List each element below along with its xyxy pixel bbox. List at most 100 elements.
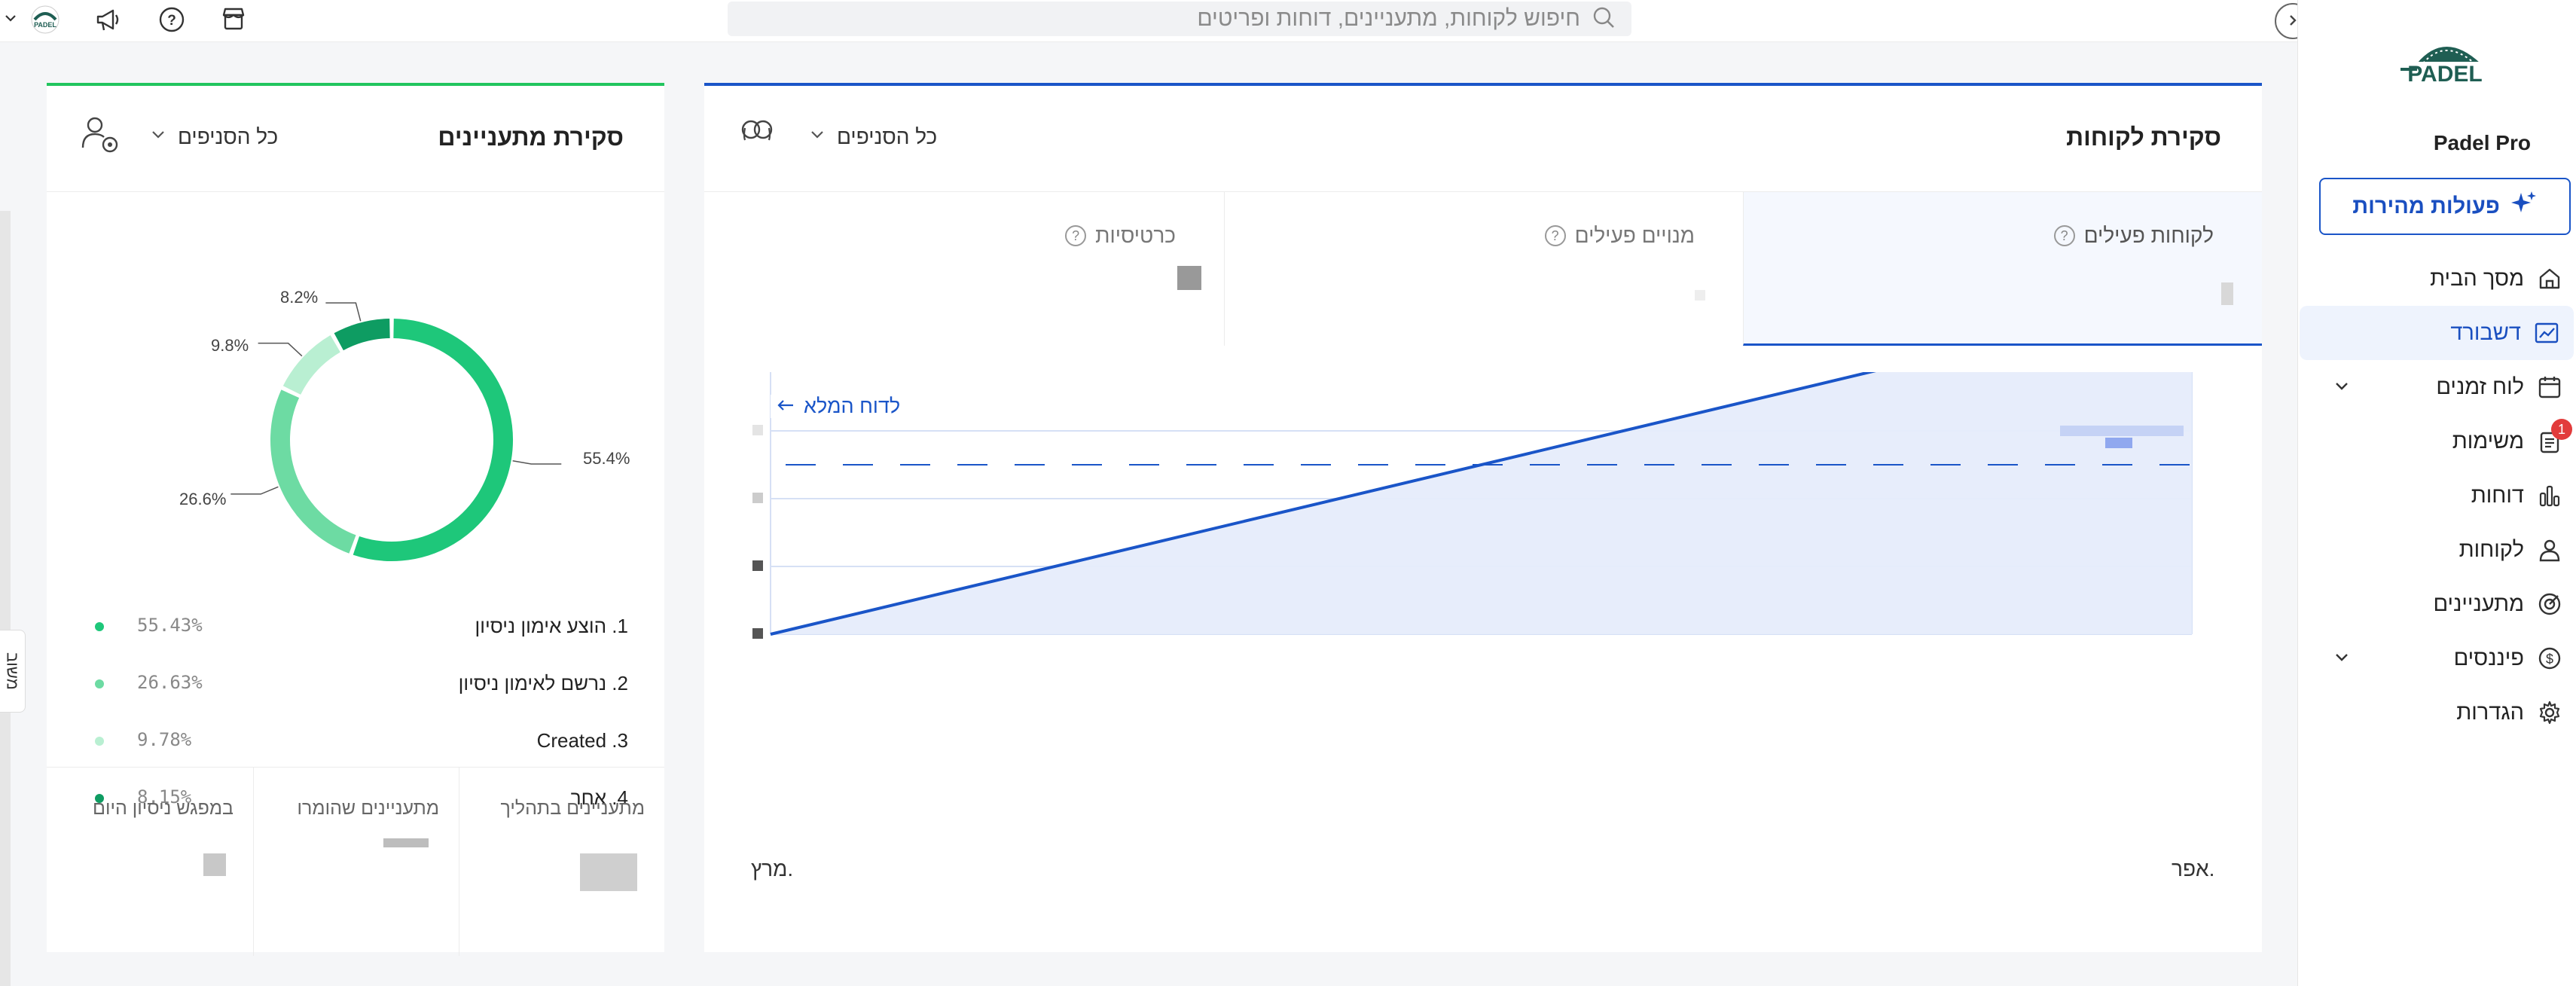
chevron-down-icon[interactable] [3, 11, 18, 29]
search-bar[interactable] [728, 2, 1631, 36]
branch-select[interactable]: כל הסניפים [808, 125, 937, 149]
sidebar-item-label: הגדרות [2456, 700, 2524, 725]
sidebar-item-label: מתעניינים [2433, 591, 2524, 616]
svg-text:PADEL: PADEL [34, 21, 56, 29]
legend-name: 2. נרשם לאימון ניסיון [458, 672, 628, 694]
branch-select-value: כל הסניפים [178, 125, 279, 148]
stat-trial-today[interactable]: במפגש ניסיון היום [47, 768, 253, 956]
chart-trend-icon [2532, 318, 2562, 348]
clients-overview-card: סקירת לקוחות כל הסניפים לקוחות פעילים ? … [704, 83, 2262, 952]
sidebar-item-home[interactable]: מסך הבית [2298, 252, 2576, 306]
tab-label: כרטיסיות [1095, 224, 1176, 247]
slice-label: 8.2% [280, 288, 319, 307]
slice-label: 55.4% [583, 449, 630, 468]
legend-dot [95, 679, 104, 688]
help-icon[interactable]: ? [1065, 225, 1087, 246]
sidebar-item-label: מסך הבית [2430, 266, 2524, 291]
notification-badge: 1 [2551, 419, 2572, 440]
brand-name: Padel Pro [2433, 131, 2531, 154]
stat-label: מתעניינים בתהליך [500, 798, 645, 819]
stat-tabs: לקוחות פעילים ? מנויים פעילים ? כרטיסיות… [704, 192, 2262, 346]
legend-item: 55.43% 1. הוצע אימון ניסיון [47, 598, 664, 655]
svg-text:PADEL: PADEL [2407, 62, 2482, 87]
search-icon [1591, 5, 1616, 34]
leads-bottom-stats: מתעניינים בתהליך מתעניינים שהומרו במפגש … [47, 767, 664, 956]
help-icon[interactable]: ? [157, 5, 187, 38]
tab-label-wrap: מנויים פעילים ? [1544, 224, 1695, 248]
tab-label-wrap: לקוחות פעילים ? [2053, 224, 2214, 248]
card-title: סקירת לקוחות [2066, 124, 2221, 151]
megaphone-icon[interactable] [93, 5, 124, 38]
sidebar-item-reports[interactable]: דוחות [2298, 469, 2576, 523]
topbar: PADEL ? [0, 0, 2311, 42]
sidebar-item-tasks[interactable]: 1 משימות [2298, 414, 2576, 469]
area-fill [771, 372, 2192, 634]
padel-logo: PADEL [2396, 30, 2494, 90]
donut-slice [282, 335, 341, 395]
svg-text:?: ? [167, 13, 176, 29]
blurred-value [383, 838, 429, 847]
tab-active-memberships[interactable]: מנויים פעילים ? [1224, 192, 1743, 346]
chevron-down-icon[interactable] [2333, 648, 2351, 673]
sidebar-item-settings[interactable]: הגדרות [2298, 685, 2576, 740]
feedback-tab[interactable]: משוב [0, 630, 26, 713]
sidebar-nav: מסך הבית דשבורד לוח זמנים 1 משימות דוחות… [2298, 252, 2576, 740]
tooltip-placeholder [2060, 426, 2184, 436]
padel-avatar-icon[interactable]: PADEL [27, 5, 63, 38]
stat-leads-converted[interactable]: מתעניינים שהומרו [253, 768, 459, 956]
donut-slice [353, 319, 513, 561]
sidebar-item-dashboard[interactable]: דשבורד [2300, 306, 2574, 360]
legend-pct: 9.78% [137, 729, 192, 750]
quick-actions-button[interactable]: פעולות מהירות [2319, 178, 2571, 235]
tab-label: מנויים פעילים [1574, 224, 1695, 247]
chevron-down-icon[interactable] [2333, 377, 2351, 401]
help-icon[interactable]: ? [2053, 225, 2075, 246]
leads-donut-chart: 55.4% 26.6% 9.8% 8.2% [77, 191, 649, 575]
slice-label: 9.8% [211, 336, 249, 355]
sidebar-item-label: פיננסים [2453, 646, 2524, 670]
x-tick-label: מרץ. [751, 857, 794, 881]
chevron-down-icon [149, 125, 167, 149]
slice-leader-line [258, 342, 303, 357]
legend-dot [95, 737, 104, 746]
stat-label: במפגש ניסיון היום [93, 798, 233, 819]
dollar-icon: $ [2535, 643, 2565, 673]
y-tick-label [752, 628, 763, 639]
clients-group-icon [734, 113, 780, 162]
help-icon[interactable]: ? [1544, 225, 1566, 246]
search-input[interactable] [902, 6, 1580, 32]
quick-actions-label: פעולות מהירות [2352, 194, 2500, 218]
sidebar-item-clients[interactable]: לקוחות [2298, 523, 2576, 577]
blurred-value [2221, 282, 2233, 305]
scroll-track[interactable] [0, 211, 11, 986]
lead-target-user-icon [77, 111, 122, 160]
sidebar: PADEL Padel Pro פעולות מהירות מסך הבית ד… [2297, 0, 2576, 986]
legend-name: 3. Created [536, 729, 628, 752]
blurred-value [580, 853, 637, 891]
sidebar-item-label: משימות [2452, 429, 2524, 453]
svg-text:$: $ [2546, 652, 2553, 667]
y-tick-label [752, 493, 763, 503]
legend-name: 1. הוצע אימון ניסיון [475, 615, 629, 637]
legend-item: 26.63% 2. נרשם לאימון ניסיון [47, 655, 664, 713]
full-report-link[interactable]: לדוח המלא [771, 395, 907, 418]
sidebar-item-finance[interactable]: $ פיננסים [2298, 631, 2576, 685]
sparkle-icon [2510, 190, 2538, 223]
target-icon [2535, 589, 2565, 619]
donut-svg [230, 302, 562, 561]
sidebar-item-schedule[interactable]: לוח זמנים [2298, 360, 2576, 414]
clipboard-icon: 1 [2535, 419, 2572, 456]
stat-leads-in-process[interactable]: מתעניינים בתהליך [459, 768, 664, 956]
slice-leader-line [325, 302, 362, 322]
tab-active-clients[interactable]: לקוחות פעילים ? [1743, 192, 2262, 346]
tab-label: לקוחות פעילים [2083, 224, 2214, 247]
chevron-down-icon [808, 125, 826, 149]
leads-overview-card: סקירת מתעניינים כל הסניפים 55.4% 26.6% 9… [47, 83, 664, 956]
x-tick-label: אפר. [2172, 857, 2215, 881]
sidebar-item-leads[interactable]: מתעניינים [2298, 577, 2576, 631]
store-icon[interactable] [218, 5, 249, 38]
branch-select[interactable]: כל הסניפים [149, 125, 278, 149]
tab-punch-cards[interactable]: כרטיסיות ? [705, 192, 1224, 346]
blurred-value [1695, 290, 1705, 301]
legend-pct: 26.63% [137, 672, 203, 693]
